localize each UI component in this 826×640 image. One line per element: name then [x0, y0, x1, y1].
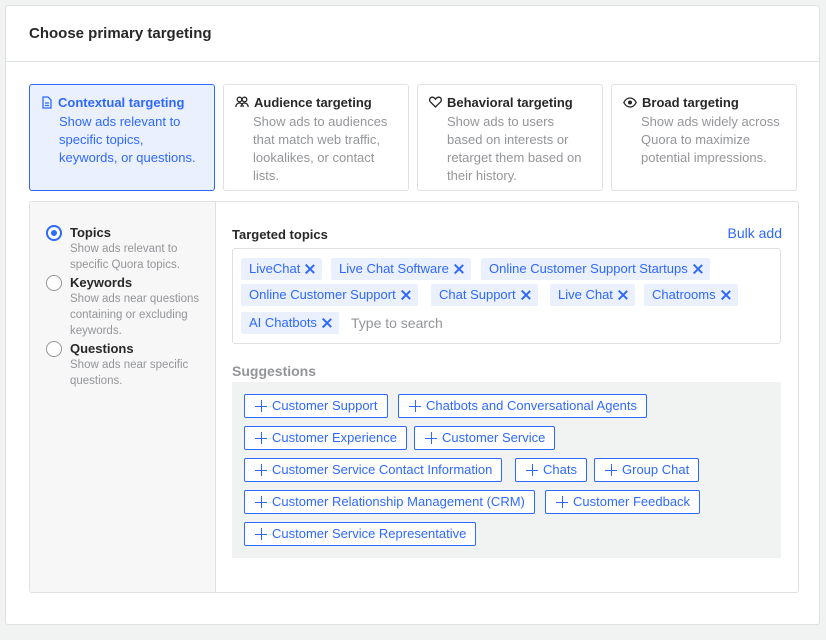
- targeted-topics-label: Targeted topics: [232, 227, 328, 242]
- tag-label: Live Chat: [558, 287, 613, 302]
- targeting-panel: Choose primary targeting Contextual targ…: [5, 5, 820, 625]
- option-description: Show ads near questions containing or ex…: [70, 293, 200, 337]
- remove-tag-icon[interactable]: [322, 318, 332, 328]
- plus-icon: [255, 528, 267, 540]
- targeting-type-cards: Contextual targeting Show ads relevant t…: [29, 84, 799, 192]
- chip-label: Customer Service: [442, 430, 546, 445]
- suggestion-chip[interactable]: Customer Service: [414, 426, 556, 450]
- card-title: Audience targeting: [254, 94, 372, 110]
- tag-label: Online Customer Support Startups: [489, 261, 688, 276]
- tag-label: Chatrooms: [652, 287, 716, 302]
- option-description: Show ads relevant to specific Quora topi…: [70, 243, 180, 271]
- option-keywords[interactable]: Keywords Show ads near questions contain…: [46, 274, 200, 339]
- remove-tag-icon[interactable]: [454, 264, 464, 274]
- eye-icon: [623, 96, 637, 108]
- card-contextual-targeting[interactable]: Contextual targeting Show ads relevant t…: [29, 84, 215, 191]
- remove-tag-icon[interactable]: [618, 290, 628, 300]
- suggestion-chip[interactable]: Chats: [515, 458, 587, 482]
- remove-tag-icon[interactable]: [693, 264, 703, 274]
- chip-label: Chatbots and Conversational Agents: [426, 398, 638, 413]
- suggestion-chip[interactable]: Customer Feedback: [545, 490, 701, 514]
- chip-label: Customer Feedback: [573, 494, 691, 509]
- card-description: Show ads to audiences that match web tra…: [253, 114, 388, 183]
- plus-icon: [255, 464, 267, 476]
- card-description: Show ads to users based on interests or …: [447, 114, 582, 183]
- remove-tag-icon[interactable]: [401, 290, 411, 300]
- suggestion-chip[interactable]: Customer Relationship Management (CRM): [244, 490, 535, 514]
- tag-label: Chat Support: [439, 287, 516, 302]
- option-description: Show ads near specific questions.: [70, 359, 189, 387]
- chip-label: Customer Service Representative: [272, 526, 467, 541]
- card-title: Broad targeting: [642, 94, 739, 110]
- chip-label: Chats: [543, 462, 577, 477]
- chip-label: Customer Service Contact Information: [272, 462, 493, 477]
- topic-tag: Chatrooms: [644, 284, 738, 306]
- chip-label: Customer Relationship Management (CRM): [272, 494, 525, 509]
- topic-tag: Live Chat Software: [331, 258, 471, 280]
- radio-topics[interactable]: [46, 225, 62, 241]
- suggestion-chip[interactable]: Customer Support: [244, 394, 388, 418]
- suggestion-chip[interactable]: Chatbots and Conversational Agents: [398, 394, 648, 418]
- card-title: Contextual targeting: [58, 94, 185, 110]
- plus-icon: [255, 496, 267, 508]
- plus-icon: [255, 432, 267, 444]
- remove-tag-icon[interactable]: [721, 290, 731, 300]
- radio-questions[interactable]: [46, 341, 62, 357]
- card-audience-targeting[interactable]: Audience targeting Show ads to audiences…: [223, 84, 409, 191]
- plus-icon: [605, 464, 617, 476]
- remove-tag-icon[interactable]: [305, 264, 315, 274]
- plus-icon: [526, 464, 538, 476]
- targeting-method-sidebar: Topics Show ads relevant to specific Quo…: [30, 202, 216, 592]
- panel-title: Choose primary targeting: [29, 25, 212, 42]
- topic-tag: Chat Support: [431, 284, 538, 306]
- option-title: Questions: [70, 341, 134, 356]
- tag-label: AI Chatbots: [249, 315, 317, 330]
- card-description: Show ads widely across Quora to maximize…: [641, 114, 780, 165]
- targeting-content: Topics Show ads relevant to specific Quo…: [29, 201, 799, 593]
- option-questions[interactable]: Questions Show ads near specific questio…: [46, 340, 200, 389]
- people-icon: [235, 96, 249, 108]
- document-icon: [42, 95, 52, 109]
- suggestion-chip[interactable]: Customer Service Representative: [244, 522, 477, 546]
- chip-label: Customer Experience: [272, 430, 397, 445]
- plus-icon: [255, 400, 267, 412]
- topic-tag: AI Chatbots: [241, 312, 339, 334]
- topic-tag: Online Customer Support: [241, 284, 418, 306]
- tag-label: Online Customer Support: [249, 287, 396, 302]
- suggestion-chip[interactable]: Customer Service Contact Information: [244, 458, 503, 482]
- topic-tag: Online Customer Support Startups: [481, 258, 710, 280]
- plus-icon: [425, 432, 437, 444]
- heart-icon: [429, 96, 442, 108]
- suggestion-chip[interactable]: Customer Experience: [244, 426, 407, 450]
- radio-keywords[interactable]: [46, 275, 62, 291]
- plus-icon: [409, 400, 421, 412]
- tag-label: Live Chat Software: [339, 261, 449, 276]
- suggestions-label: Suggestions: [232, 363, 317, 379]
- topics-tag-input[interactable]: LiveChat Live Chat Software Online Custo…: [232, 248, 781, 344]
- bulk-add-link[interactable]: Bulk add: [728, 225, 782, 241]
- topic-tag: Live Chat: [550, 284, 635, 306]
- plus-icon: [556, 496, 568, 508]
- suggestions-list: Customer Support Chatbots and Conversati…: [232, 382, 781, 558]
- panel-header: Choose primary targeting: [6, 6, 819, 62]
- card-broad-targeting[interactable]: Broad targeting Show ads widely across Q…: [611, 84, 797, 191]
- topic-search-input[interactable]: [351, 312, 551, 334]
- tag-label: LiveChat: [249, 261, 301, 276]
- option-topics[interactable]: Topics Show ads relevant to specific Quo…: [46, 224, 200, 273]
- card-behavioral-targeting[interactable]: Behavioral targeting Show ads to users b…: [417, 84, 603, 191]
- card-description: Show ads relevant to specific topics, ke…: [59, 114, 196, 165]
- chip-label: Customer Support: [272, 398, 378, 413]
- card-title: Behavioral targeting: [447, 94, 573, 110]
- suggestion-chip[interactable]: Group Chat: [594, 458, 700, 482]
- remove-tag-icon[interactable]: [521, 290, 531, 300]
- chip-label: Group Chat: [622, 462, 690, 477]
- topic-tag: LiveChat: [241, 258, 323, 280]
- option-title: Topics: [70, 225, 111, 240]
- option-title: Keywords: [70, 275, 133, 290]
